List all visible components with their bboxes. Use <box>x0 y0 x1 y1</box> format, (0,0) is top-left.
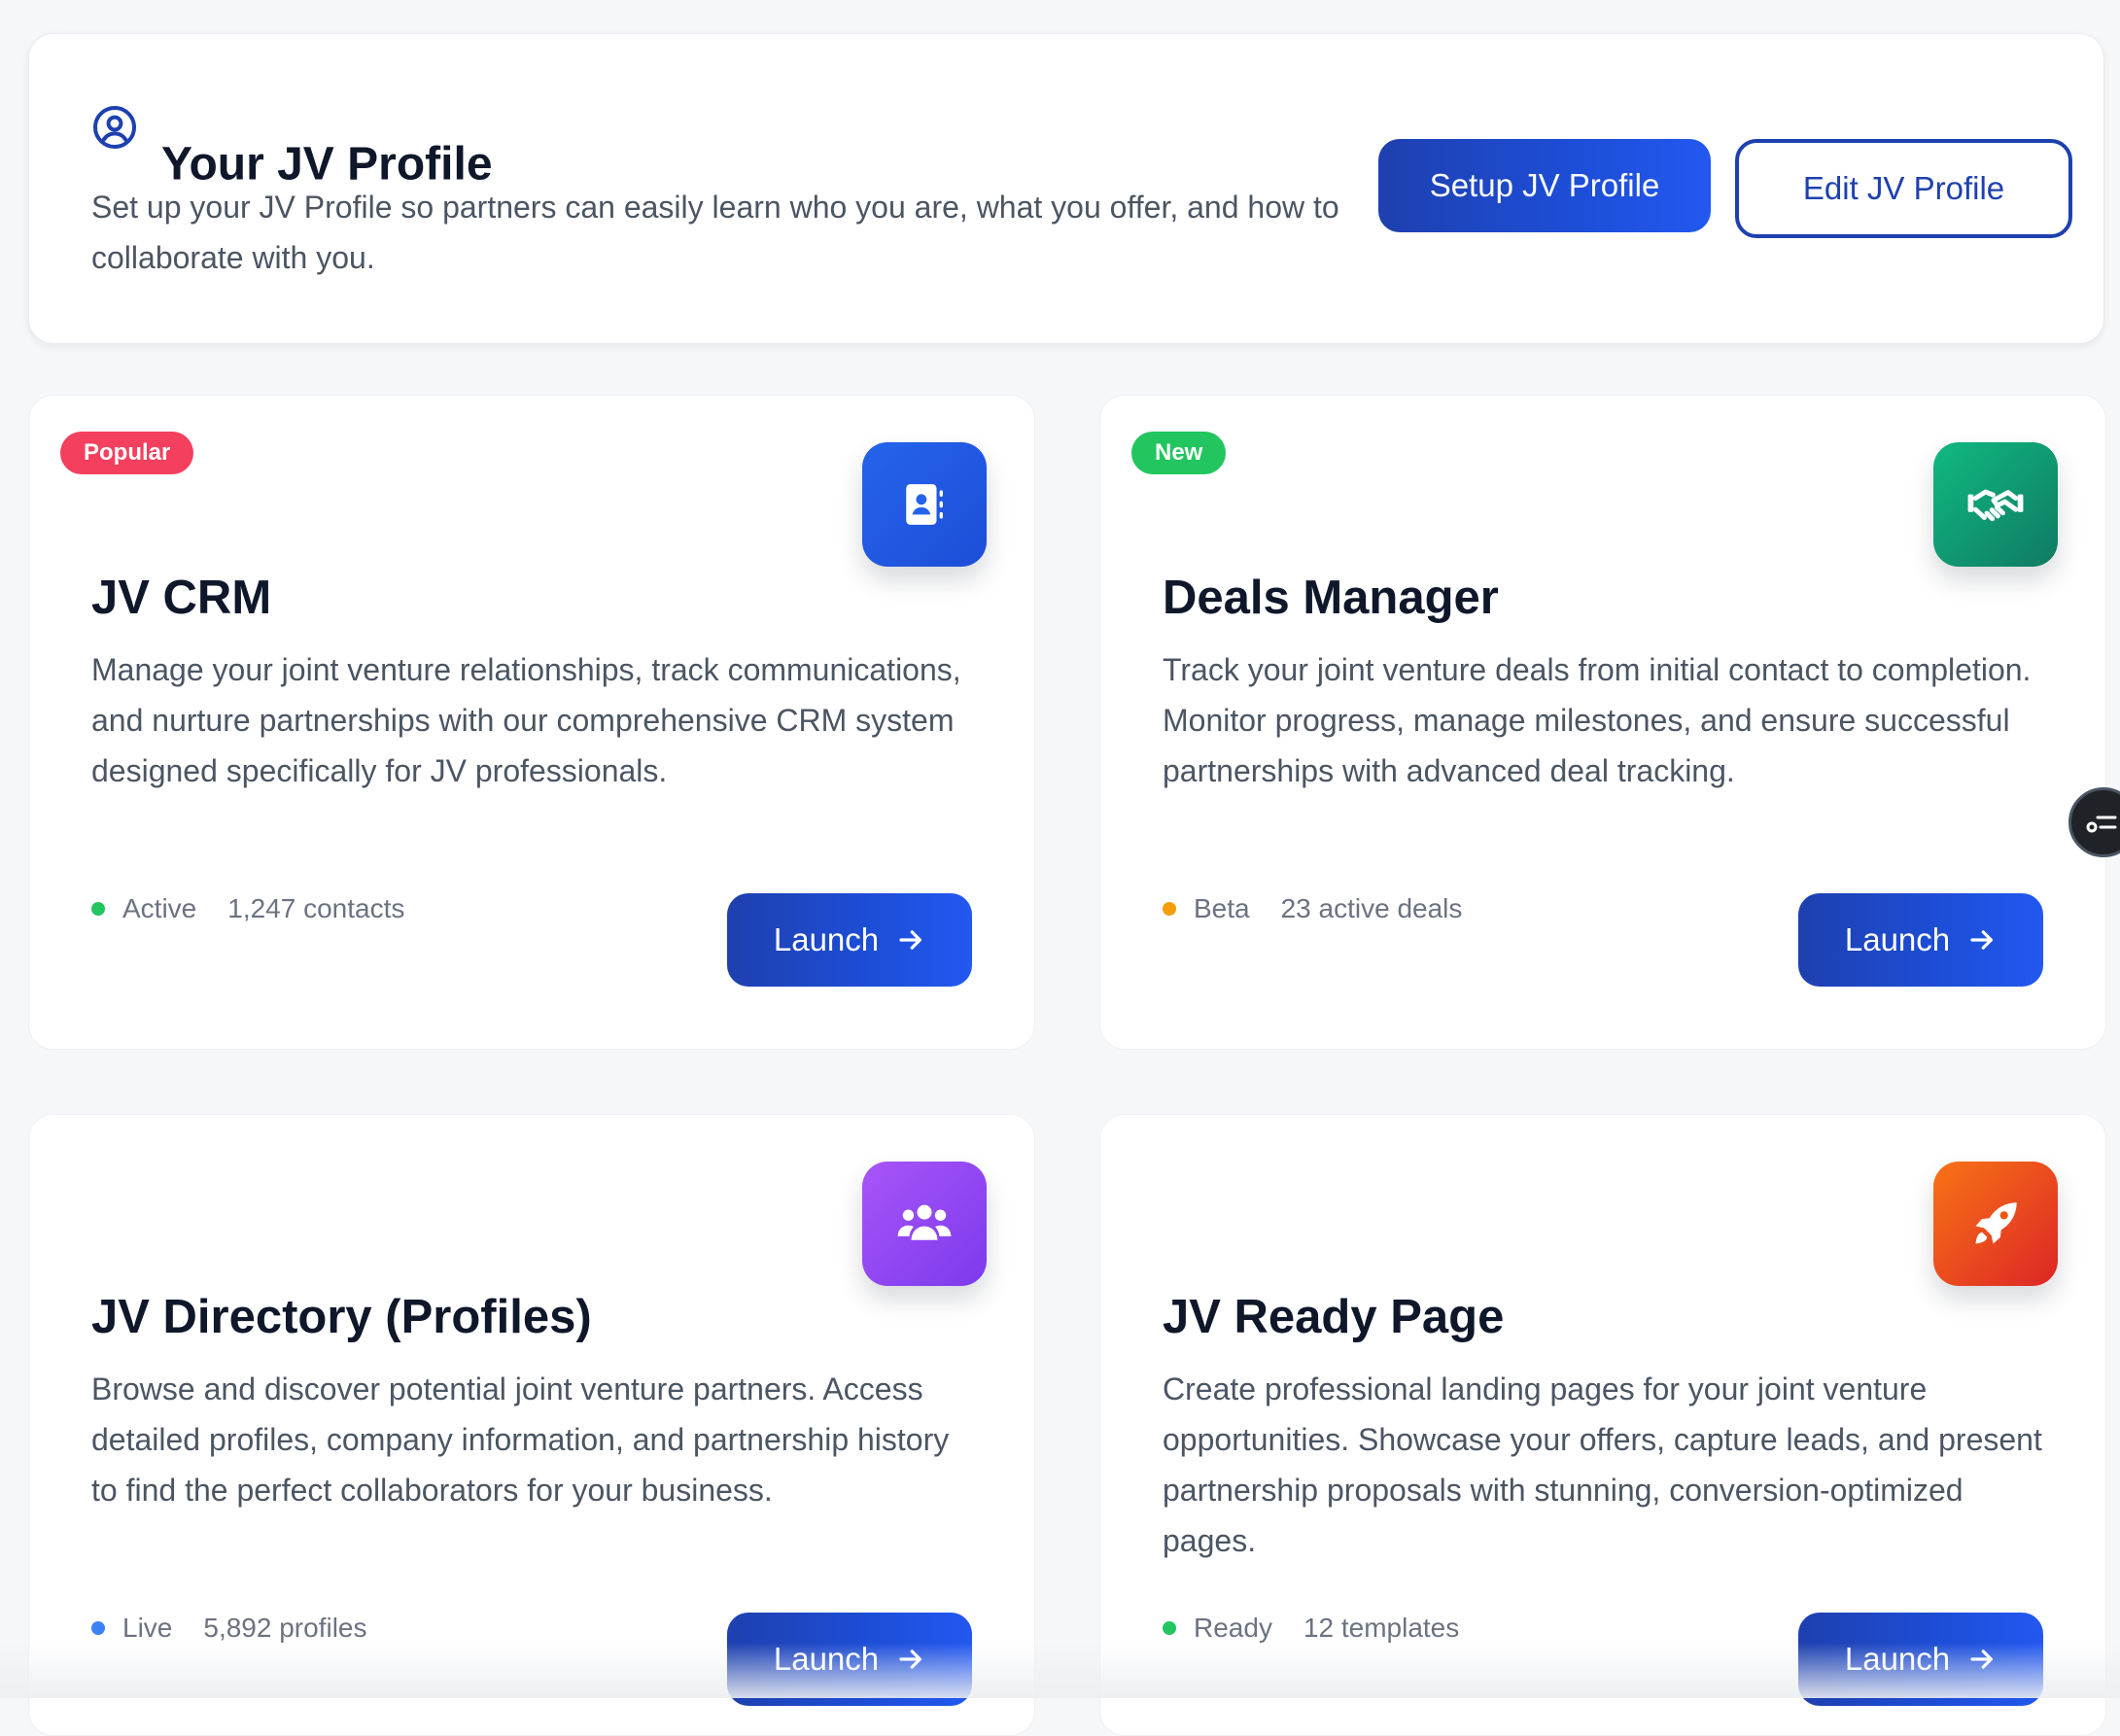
edit-profile-button[interactable]: Edit JV Profile <box>1735 139 2072 238</box>
status-dot <box>1163 1621 1176 1635</box>
tool-description: Browse and discover potential joint vent… <box>91 1371 950 1508</box>
status-dot <box>91 902 105 916</box>
status-dot <box>1163 902 1176 916</box>
list-icon <box>2086 816 2117 833</box>
status-metric: 12 templates <box>1303 1613 1460 1643</box>
tool-description: Create professional landing pages for yo… <box>1163 1371 2042 1558</box>
arrow-right-icon <box>1970 1649 1994 1669</box>
tool-description: Track your joint venture deals from init… <box>1163 652 2032 788</box>
tool-description: Manage your joint venture relationships,… <box>91 652 961 788</box>
tool-status: Active 1,247 contacts <box>91 893 404 924</box>
status-label: Beta <box>1194 893 1250 923</box>
arrow-right-icon <box>899 930 922 950</box>
tool-card-jv-ready-page: JV Ready Page Create professional landin… <box>1099 1114 2106 1736</box>
launch-label: Launch <box>1844 1641 1951 1677</box>
status-metric: 23 active deals <box>1280 893 1463 923</box>
new-badge: New <box>1131 432 1227 474</box>
launch-button-jv-ready-page[interactable]: Launch <box>1798 1613 2043 1706</box>
launch-button-jv-directory[interactable]: Launch <box>727 1613 972 1706</box>
arrow-right-icon <box>1970 930 1994 950</box>
status-label: Ready <box>1194 1613 1272 1643</box>
status-metric: 5,892 profiles <box>203 1613 367 1643</box>
launch-button-jv-crm[interactable]: Launch <box>727 893 972 987</box>
status-label: Live <box>122 1613 173 1643</box>
tool-card-jv-directory: JV Directory (Profiles) Browse and disco… <box>28 1114 1035 1736</box>
tool-title: JV CRM <box>91 572 272 624</box>
status-dot <box>91 1621 105 1635</box>
rocket-icon <box>1933 1162 2058 1286</box>
tool-card-deals-manager: New Deals Manager Track your joint ventu… <box>1099 395 2106 1050</box>
status-metric: 1,247 contacts <box>227 893 405 923</box>
handshake-icon <box>1933 442 2058 567</box>
popular-badge: Popular <box>60 432 194 474</box>
tool-status: Beta 23 active deals <box>1163 893 1462 924</box>
tool-card-jv-crm: Popular JV CRM Manage your joint venture… <box>28 395 1035 1050</box>
launch-label: Launch <box>773 1641 880 1677</box>
arrow-right-icon <box>899 1649 922 1669</box>
tool-status: Ready 12 templates <box>1163 1613 1459 1644</box>
status-label: Active <box>122 893 197 923</box>
launch-label: Launch <box>1844 921 1951 957</box>
launch-label: Launch <box>773 921 880 957</box>
profile-description: Set up your JV Profile so partners can e… <box>91 190 1339 275</box>
user-circle-icon <box>93 106 136 149</box>
tool-status: Live 5,892 profiles <box>91 1613 366 1644</box>
setup-profile-button[interactable]: Setup JV Profile <box>1378 139 1711 232</box>
users-group-icon <box>862 1162 987 1286</box>
contact-book-icon <box>862 442 987 567</box>
tool-title: JV Directory (Profiles) <box>91 1291 592 1343</box>
launch-button-deals-manager[interactable]: Launch <box>1798 893 2043 987</box>
jv-profile-card: Your JV Profile Set up your JV Profile s… <box>28 33 2104 344</box>
tool-title: Deals Manager <box>1163 572 1499 624</box>
tool-title: JV Ready Page <box>1163 1291 1505 1343</box>
